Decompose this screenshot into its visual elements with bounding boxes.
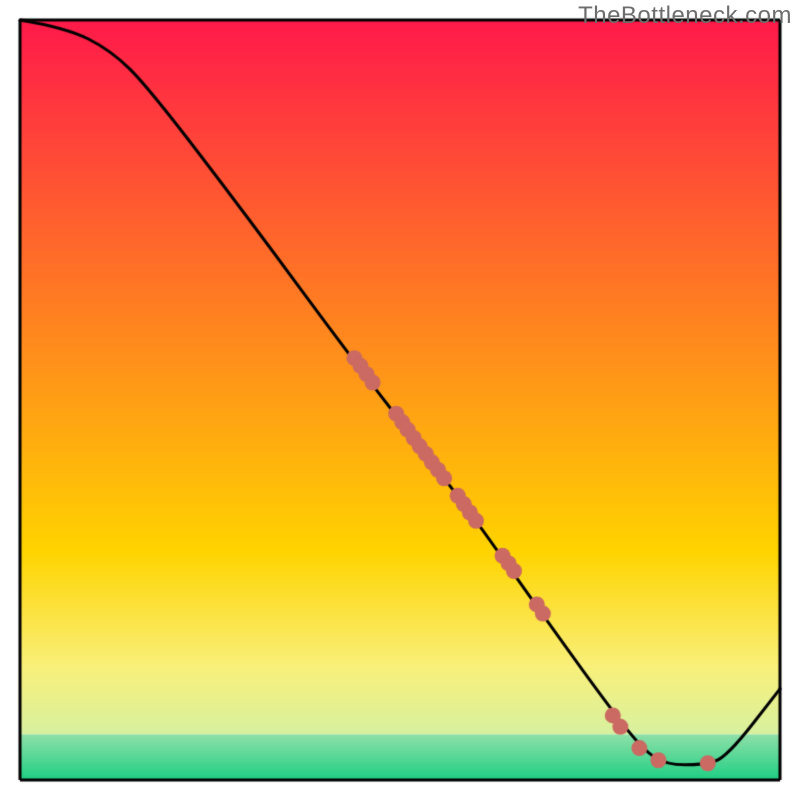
attribution-label: TheBottleneck.com [578,2,792,30]
chart-plot-area [0,0,800,800]
chart-container: TheBottleneck.com [0,0,800,800]
